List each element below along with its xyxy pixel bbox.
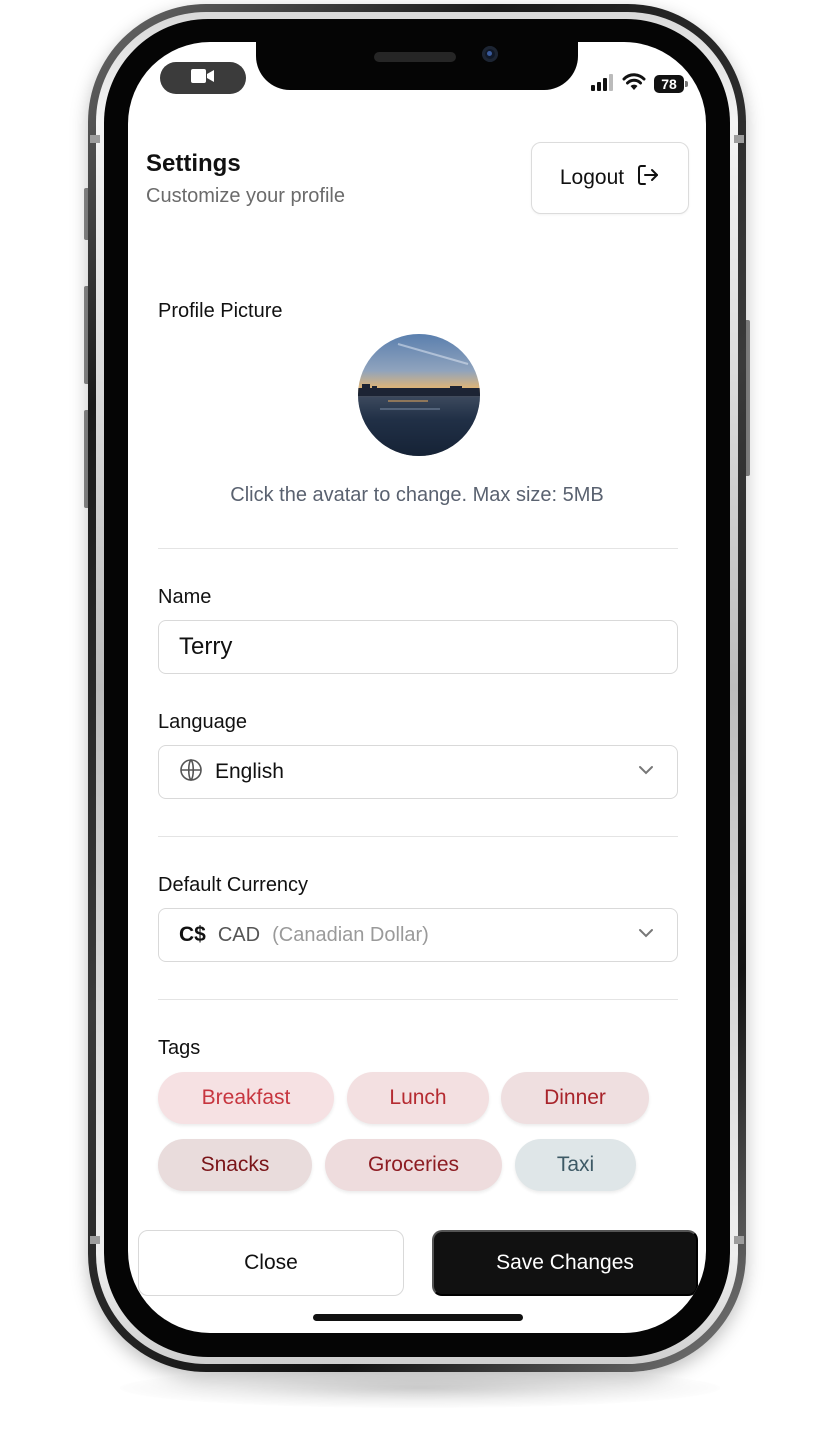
status-icons: 78 — [590, 72, 688, 96]
chevron-down-icon — [637, 763, 655, 781]
antenna-band — [90, 135, 100, 143]
phone-shadow — [120, 1368, 720, 1408]
antenna-band — [734, 135, 744, 143]
tag-label: Breakfast — [201, 1086, 291, 1109]
screen-recording-indicator[interactable] — [160, 62, 246, 94]
tag-chip[interactable]: Breakfast — [158, 1072, 334, 1124]
currency-symbol: C$ — [179, 923, 206, 946]
save-changes-button[interactable]: Save Changes — [432, 1230, 698, 1296]
language-label: Language — [158, 711, 247, 733]
logout-label: Logout — [559, 166, 625, 189]
globe-icon — [179, 758, 203, 787]
tag-chip[interactable]: Snacks — [158, 1139, 312, 1191]
tag-label: Groceries — [367, 1153, 460, 1176]
profile-picture-label: Profile Picture — [158, 300, 283, 322]
avatar[interactable] — [358, 334, 480, 456]
logout-button[interactable]: Logout — [531, 142, 689, 214]
currency-code: CAD — [217, 923, 261, 946]
divider — [158, 999, 678, 1000]
divider — [158, 548, 678, 549]
tag-label: Dinner — [544, 1086, 606, 1109]
currency-select[interactable]: C$ CAD (Canadian Dollar) — [158, 908, 678, 962]
page-subtitle: Customize your profile — [146, 185, 345, 207]
page-title: Settings — [146, 150, 241, 177]
battery-level: 78 — [661, 76, 677, 92]
name-label: Name — [158, 586, 212, 608]
home-indicator[interactable] — [313, 1314, 523, 1321]
tags-label: Tags — [158, 1037, 201, 1059]
video-camera-icon — [190, 67, 216, 90]
tag-chip[interactable]: Lunch — [347, 1072, 489, 1124]
tag-label: Taxi — [556, 1153, 595, 1176]
close-button-label: Close — [244, 1251, 298, 1274]
save-button-label: Save Changes — [496, 1251, 634, 1274]
wifi-icon — [622, 72, 646, 96]
earpiece-speaker — [374, 52, 456, 62]
tag-chip[interactable]: Taxi — [515, 1139, 636, 1191]
tag-chip[interactable]: Dinner — [501, 1072, 649, 1124]
cellular-signal-icon — [590, 73, 614, 96]
chevron-down-icon — [637, 926, 655, 944]
name-input-value: Terry — [179, 633, 233, 660]
stage: 78 Settings Customize your profile Logou… — [0, 0, 834, 1442]
tag-chip[interactable]: Groceries — [325, 1139, 502, 1191]
language-value: English — [215, 760, 284, 783]
battery-icon: 78 — [654, 75, 688, 93]
avatar-hint: Click the avatar to change. Max size: 5M… — [230, 484, 604, 506]
tag-label: Lunch — [389, 1086, 447, 1109]
front-camera — [482, 46, 498, 62]
logout-icon — [636, 163, 660, 193]
currency-label: Default Currency — [158, 874, 309, 896]
antenna-band — [90, 1236, 100, 1244]
antenna-band — [734, 1236, 744, 1244]
divider — [158, 836, 678, 837]
notch — [256, 42, 578, 90]
language-select[interactable]: English — [158, 745, 678, 799]
name-input[interactable]: Terry — [158, 620, 678, 674]
screen: 78 Settings Customize your profile Logou… — [128, 42, 706, 1333]
close-button[interactable]: Close — [138, 1230, 404, 1296]
currency-name: (Canadian Dollar) — [272, 923, 429, 946]
tag-label: Snacks — [200, 1153, 270, 1176]
